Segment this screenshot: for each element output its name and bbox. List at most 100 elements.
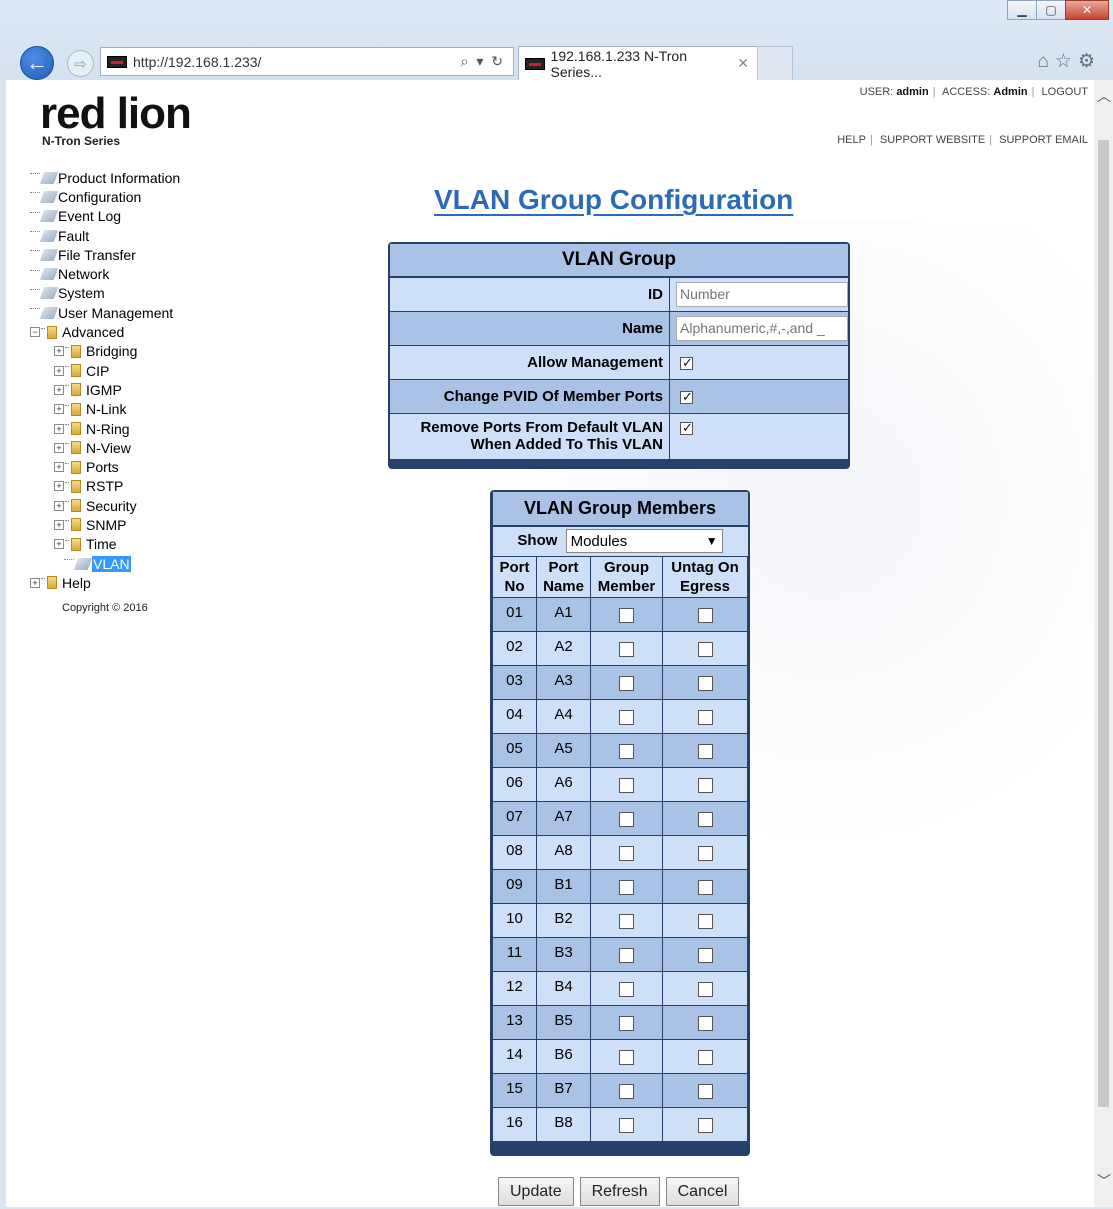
tree-item-bridging[interactable]: + Bridging (30, 342, 180, 361)
group-member-checkbox[interactable] (619, 947, 634, 963)
tree-item-n-ring[interactable]: + N-Ring (30, 419, 180, 438)
tree-item-snmp[interactable]: + SNMP (30, 515, 180, 534)
expand-icon[interactable]: + (54, 519, 64, 530)
tree-item-ports[interactable]: + Ports (30, 457, 180, 476)
remove-ports-checkbox[interactable] (680, 420, 693, 436)
untag-egress-checkbox[interactable] (697, 777, 713, 793)
untag-egress-cell (662, 698, 748, 734)
scroll-down-icon[interactable]: ﹀ (1097, 1174, 1111, 1188)
group-member-checkbox[interactable] (619, 777, 634, 793)
maximize-icon[interactable]: ▢ (1036, 0, 1066, 20)
tree-item-fault[interactable]: Fault (30, 226, 180, 245)
untag-egress-checkbox[interactable] (697, 743, 713, 759)
browser-toolbar-icons[interactable]: ⌂☆⚙ (1037, 50, 1101, 73)
untag-egress-checkbox[interactable] (697, 811, 713, 827)
expand-icon[interactable]: + (54, 404, 64, 415)
group-member-checkbox[interactable] (619, 743, 634, 759)
expand-icon[interactable]: + (54, 384, 64, 395)
untag-egress-checkbox[interactable] (697, 947, 713, 963)
new-tab-button[interactable] (757, 46, 793, 80)
expand-icon[interactable]: + (54, 365, 64, 376)
untag-egress-checkbox[interactable] (697, 845, 713, 861)
tree-item-user-management[interactable]: User Management (30, 303, 180, 322)
expand-icon[interactable]: + (54, 462, 64, 473)
tree-item-cip[interactable]: + CIP (30, 361, 180, 380)
tree-item-n-view[interactable]: + N-View (30, 438, 180, 457)
untag-egress-checkbox[interactable] (697, 607, 713, 623)
id-input[interactable] (676, 281, 848, 307)
untag-egress-checkbox[interactable] (697, 675, 713, 691)
group-member-checkbox[interactable] (619, 811, 634, 827)
untag-egress-checkbox[interactable] (697, 1015, 713, 1031)
expand-icon[interactable]: + (30, 577, 40, 588)
group-member-checkbox[interactable] (619, 845, 634, 861)
update-button[interactable]: Update (498, 1177, 574, 1206)
tree-item-vlan[interactable]: VLAN (30, 554, 180, 573)
change-pvid-checkbox[interactable] (680, 389, 693, 405)
help-link[interactable]: HELP (837, 134, 866, 146)
tree-item-event-log[interactable]: Event Log (30, 207, 180, 226)
tree-item-system[interactable]: System (30, 284, 180, 303)
untag-egress-checkbox[interactable] (697, 879, 713, 895)
expand-icon[interactable]: + (54, 500, 64, 511)
untag-egress-checkbox[interactable] (697, 709, 713, 725)
tree-item-security[interactable]: + Security (30, 496, 180, 515)
folder-icon (71, 383, 81, 397)
group-member-checkbox[interactable] (619, 675, 634, 691)
back-button[interactable]: ← (20, 46, 54, 80)
vertical-scrollbar[interactable]: ︿ ﹀ (1094, 80, 1113, 1207)
expand-icon[interactable]: + (54, 346, 64, 357)
tree-item-file-transfer[interactable]: File Transfer (30, 245, 180, 264)
close-icon[interactable]: ✕ (1065, 0, 1109, 20)
tree-item-n-link[interactable]: + N-Link (30, 400, 180, 419)
url-text[interactable]: http://192.168.1.233/ (133, 54, 461, 70)
expand-icon[interactable]: + (54, 423, 64, 434)
minimize-icon[interactable]: ▁ (1007, 0, 1037, 20)
collapse-icon[interactable]: − (30, 327, 40, 338)
group-member-checkbox[interactable] (619, 913, 634, 929)
allow-management-checkbox[interactable] (680, 355, 693, 371)
tree-item-igmp[interactable]: + IGMP (30, 380, 180, 399)
tree-item-rstp[interactable]: + RSTP (30, 477, 180, 496)
tree-item-product-information[interactable]: Product Information (30, 168, 180, 187)
expand-icon[interactable]: + (54, 481, 64, 492)
untag-egress-checkbox[interactable] (697, 1117, 713, 1133)
show-select[interactable]: Modules ▼ (565, 529, 723, 554)
logout-link[interactable]: LOGOUT (1042, 86, 1088, 98)
address-bar[interactable]: http://192.168.1.233/ ⌕ ▾ ↻ (100, 47, 514, 76)
group-member-checkbox[interactable] (619, 607, 634, 623)
search-refresh-icons[interactable]: ⌕ ▾ ↻ (461, 53, 505, 70)
support-website-link[interactable]: SUPPORT WEBSITE (880, 134, 985, 146)
group-member-checkbox[interactable] (619, 641, 634, 657)
untag-egress-checkbox[interactable] (697, 1049, 713, 1065)
group-member-checkbox[interactable] (619, 709, 634, 725)
untag-egress-checkbox[interactable] (697, 913, 713, 929)
tree-item-network[interactable]: Network (30, 264, 180, 283)
forward-button[interactable]: ⇨ (67, 50, 94, 77)
group-member-checkbox[interactable] (619, 1015, 634, 1031)
tree-item-help[interactable]: + Help (30, 573, 180, 592)
expand-icon[interactable]: + (54, 539, 64, 550)
browser-tab[interactable]: 192.168.1.233 N-Tron Series... ✕ (518, 46, 758, 80)
name-input[interactable] (676, 315, 848, 341)
support-email-link[interactable]: SUPPORT EMAIL (999, 134, 1088, 146)
group-member-checkbox[interactable] (619, 879, 634, 895)
tree-item-time[interactable]: + Time (30, 535, 180, 554)
expand-icon[interactable]: + (54, 442, 64, 453)
untag-egress-checkbox[interactable] (697, 641, 713, 657)
untag-egress-checkbox[interactable] (697, 1083, 713, 1099)
untag-egress-checkbox[interactable] (697, 981, 713, 997)
tab-close-icon[interactable]: ✕ (737, 55, 749, 72)
cancel-button[interactable]: Cancel (665, 1177, 740, 1206)
refresh-button[interactable]: Refresh (579, 1177, 660, 1206)
group-member-checkbox[interactable] (619, 1117, 634, 1133)
scroll-up-icon[interactable]: ︿ (1097, 89, 1111, 103)
group-member-checkbox[interactable] (619, 1049, 634, 1065)
page-viewport: red lion N-Tron Series USER: admin | ACCE… (6, 80, 1094, 1207)
group-member-checkbox[interactable] (619, 1083, 634, 1099)
tree-item-advanced[interactable]: − Advanced (30, 322, 180, 341)
group-member-checkbox[interactable] (619, 981, 634, 997)
tree-item-configuration[interactable]: Configuration (30, 187, 180, 206)
port-name-cell: B8 (536, 1106, 591, 1142)
scroll-thumb[interactable] (1098, 140, 1109, 1107)
